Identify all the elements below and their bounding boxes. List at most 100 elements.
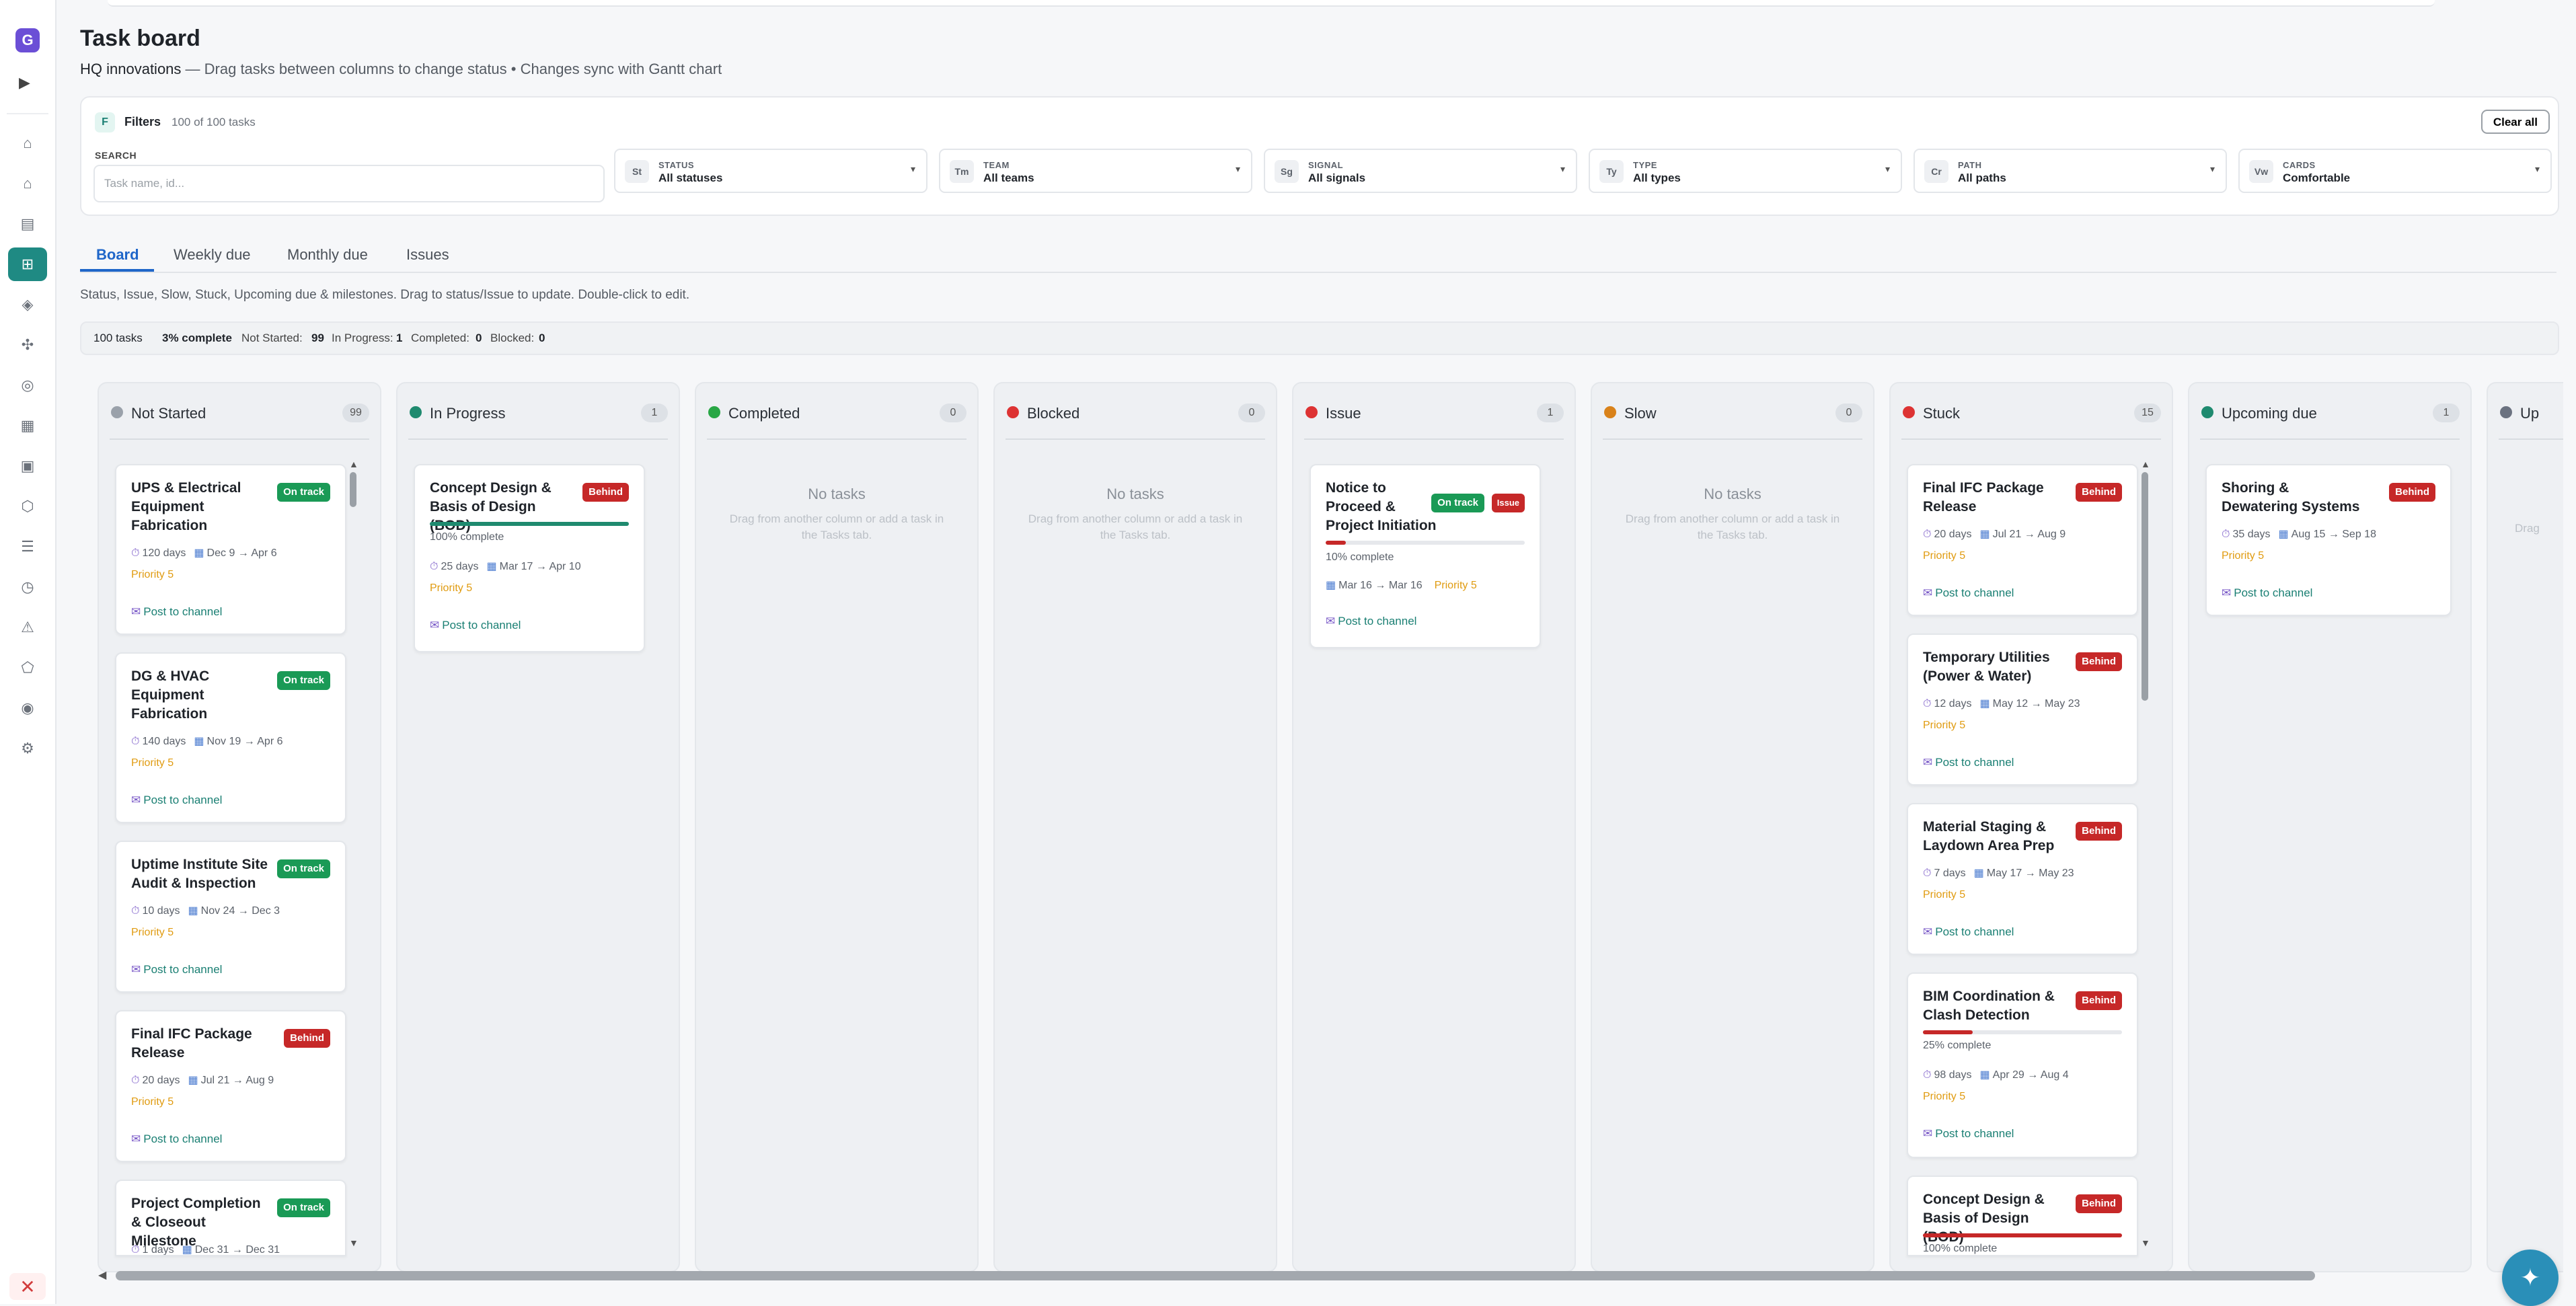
page-title: Task board bbox=[80, 26, 200, 51]
task-card[interactable]: DG & HVAC Equipment Fabrication On track… bbox=[115, 652, 346, 823]
column-in-progress[interactable]: In Progress 1 Concept Design & Basis of … bbox=[396, 382, 680, 1272]
task-card[interactable]: Temporary Utilities (Power & Water) Behi… bbox=[1907, 633, 2138, 785]
settings-icon[interactable]: ⚙ bbox=[8, 732, 47, 765]
post-label: Post to channel bbox=[1935, 586, 2014, 599]
home-icon[interactable]: ⌂ bbox=[8, 126, 47, 160]
task-dates: Dec 31 → Dec 31 bbox=[194, 1244, 280, 1256]
column-issue[interactable]: Issue 1 Notice to Proceed & Project Init… bbox=[1292, 382, 1576, 1272]
column-divider bbox=[1006, 438, 1265, 440]
filters-panel: F Filters 100 of 100 tasks Clear all SEA… bbox=[80, 96, 2559, 216]
warning-icon[interactable]: ⚠ bbox=[8, 611, 47, 644]
column-not-started[interactable]: Not Started 99 ▲ ▼ UPS & Electrical Equi… bbox=[98, 382, 381, 1272]
scrollbar-thumb[interactable] bbox=[116, 1271, 2315, 1280]
box-icon[interactable]: ▣ bbox=[8, 449, 47, 483]
signal-filter[interactable]: Sg SIGNAL All signals ▾ bbox=[1264, 149, 1577, 193]
tab-issues[interactable]: Issues bbox=[406, 246, 449, 264]
column-count: 1 bbox=[641, 404, 668, 422]
assistant-sparkle-button[interactable]: ✦ bbox=[2502, 1250, 2559, 1306]
type-filter[interactable]: Ty TYPE All types ▾ bbox=[1589, 149, 1902, 193]
tab-weekly-due[interactable]: Weekly due bbox=[174, 246, 251, 264]
calendar-icon[interactable]: ▦ bbox=[8, 409, 47, 443]
top-bar bbox=[108, 0, 2435, 7]
clock-icon[interactable]: ◷ bbox=[8, 570, 47, 604]
document-icon[interactable]: ▤ bbox=[8, 207, 47, 241]
home-alt-icon[interactable]: ⌂ bbox=[8, 167, 47, 200]
radio-icon[interactable]: ◉ bbox=[8, 691, 47, 725]
column-title: Blocked bbox=[1027, 405, 1080, 422]
column-stuck[interactable]: Stuck 15 ▲ ▼ Final IFC Package Release B… bbox=[1889, 382, 2173, 1272]
task-card[interactable]: Final IFC Package Release Behind ⏱ 20 day… bbox=[1907, 464, 2138, 616]
post-to-channel-link[interactable]: ✉ Post to channel bbox=[1326, 615, 1416, 628]
timer-icon: ⏱ bbox=[1923, 868, 1932, 879]
post-to-channel-link[interactable]: ✉ Post to channel bbox=[131, 794, 222, 807]
diamond-icon[interactable]: ◈ bbox=[8, 288, 47, 321]
post-to-channel-link[interactable]: ✉ Post to channel bbox=[131, 1132, 222, 1146]
cards-filter[interactable]: Vw CARDS Comfortable ▾ bbox=[2238, 149, 2552, 193]
post-to-channel-link[interactable]: ✉ Post to channel bbox=[430, 619, 521, 632]
sparkle-icon[interactable]: ✣ bbox=[8, 328, 47, 362]
scroll-left-icon[interactable]: ◀ bbox=[98, 1268, 106, 1282]
task-meta: ⏱ 120 days ▦ Dec 9 → Apr 6 bbox=[131, 546, 277, 560]
progress-label: 25% complete bbox=[1923, 1040, 1992, 1051]
task-card[interactable]: BIM Coordination & Clash Detection Behin… bbox=[1907, 972, 2138, 1158]
column-scrollbar[interactable] bbox=[350, 472, 356, 507]
path-filter[interactable]: Cr PATH All paths ▾ bbox=[1914, 149, 2227, 193]
task-card[interactable]: Material Staging & Laydown Area Prep Beh… bbox=[1907, 803, 2138, 955]
task-card[interactable]: Final IFC Package Release Behind ⏱ 20 day… bbox=[115, 1010, 346, 1162]
grid-icon[interactable]: ⊞ bbox=[8, 247, 47, 281]
scroll-down-icon[interactable]: ▼ bbox=[2141, 1237, 2150, 1248]
column-scrollbar[interactable] bbox=[2142, 472, 2148, 701]
task-card[interactable]: Project Completion & Closeout Milestone … bbox=[115, 1180, 346, 1256]
target-icon[interactable]: ◎ bbox=[8, 369, 47, 402]
task-meta: ⏱ 1 days ▦ Dec 31 → Dec 31 bbox=[131, 1243, 280, 1256]
play-icon[interactable]: ▶ bbox=[19, 74, 30, 91]
close-icon[interactable]: ✕ bbox=[9, 1273, 46, 1300]
empty-hint: Drag from another column or add a task i… bbox=[1028, 512, 1243, 541]
column-blocked[interactable]: Blocked 0 No tasks Drag from another col… bbox=[993, 382, 1277, 1272]
clear-all-button[interactable]: Clear all bbox=[2480, 110, 2550, 134]
post-to-channel-link[interactable]: ✉ Post to channel bbox=[2222, 586, 2312, 600]
post-to-channel-link[interactable]: ✉ Post to channel bbox=[1923, 756, 2014, 769]
chevron-down-icon: ▾ bbox=[2534, 163, 2540, 174]
task-card[interactable]: Concept Design & Basis of Design (BOD) B… bbox=[1907, 1176, 2138, 1256]
task-card[interactable]: Concept Design & Basis of Design (BOD) B… bbox=[414, 464, 645, 652]
post-to-channel-link[interactable]: ✉ Post to channel bbox=[1923, 1127, 2014, 1141]
search-input[interactable] bbox=[93, 165, 605, 202]
task-name: Notice to Proceed & Project Initiation bbox=[1326, 480, 1437, 533]
board-horizontal-scrollbar[interactable]: ◀ bbox=[98, 1268, 2324, 1282]
task-card[interactable]: Shoring & Dewatering Systems Behind ⏱ 35 … bbox=[2205, 464, 2452, 616]
tab-monthly-due[interactable]: Monthly due bbox=[287, 246, 368, 264]
task-card[interactable]: Notice to Proceed & Project Initiation O… bbox=[1310, 464, 1541, 648]
task-name: BIM Coordination & Clash Detection bbox=[1923, 989, 2055, 1023]
column-upcoming-due[interactable]: Upcoming due 1 Shoring & Dewatering Syst… bbox=[2188, 382, 2472, 1272]
column-slow[interactable]: Slow 0 No tasks Drag from another column… bbox=[1591, 382, 1874, 1272]
signal-filter-icon: Sg bbox=[1275, 160, 1299, 183]
post-to-channel-link[interactable]: ✉ Post to channel bbox=[131, 963, 222, 976]
task-card[interactable]: Uptime Institute Site Audit & Inspection… bbox=[115, 841, 346, 993]
column-completed[interactable]: Completed 0 No tasks Drag from another c… bbox=[695, 382, 979, 1272]
task-priority: Priority 5 bbox=[430, 582, 473, 594]
post-label: Post to channel bbox=[143, 794, 223, 806]
column-header: Slow 0 bbox=[1592, 383, 1873, 444]
task-card[interactable]: UPS & Electrical Equipment Fabrication O… bbox=[115, 464, 346, 635]
team-filter[interactable]: Tm TEAM All teams ▾ bbox=[939, 149, 1252, 193]
layers-icon[interactable]: ☰ bbox=[8, 530, 47, 564]
column-header: Issue 1 bbox=[1293, 383, 1575, 444]
app-logo[interactable]: G bbox=[15, 28, 40, 52]
post-to-channel-link[interactable]: ✉ Post to channel bbox=[131, 605, 222, 619]
status-badge: On track bbox=[277, 671, 330, 690]
scroll-up-icon[interactable]: ▲ bbox=[349, 459, 358, 469]
post-to-channel-link[interactable]: ✉ Post to channel bbox=[1923, 925, 2014, 939]
shield-icon[interactable]: ⬠ bbox=[8, 651, 47, 685]
post-to-channel-link[interactable]: ✉ Post to channel bbox=[1923, 586, 2014, 600]
circle-icon[interactable]: ⬡ bbox=[8, 490, 47, 523]
scroll-up-icon[interactable]: ▲ bbox=[2141, 459, 2150, 469]
task-meta: ⏱ 12 days ▦ May 12 → May 23 bbox=[1923, 697, 2080, 710]
tab-board[interactable]: Board bbox=[96, 246, 139, 264]
task-name: Concept Design & Basis of Design (BOD) bbox=[1923, 1192, 2045, 1245]
scroll-down-icon[interactable]: ▼ bbox=[349, 1237, 358, 1248]
megaphone-icon: ✉ bbox=[131, 605, 141, 618]
column-upcoming-partial[interactable]: Up Drag bbox=[2487, 382, 2563, 1272]
status-filter[interactable]: St STATUS All statuses ▾ bbox=[614, 149, 927, 193]
status-dot bbox=[1604, 406, 1616, 418]
